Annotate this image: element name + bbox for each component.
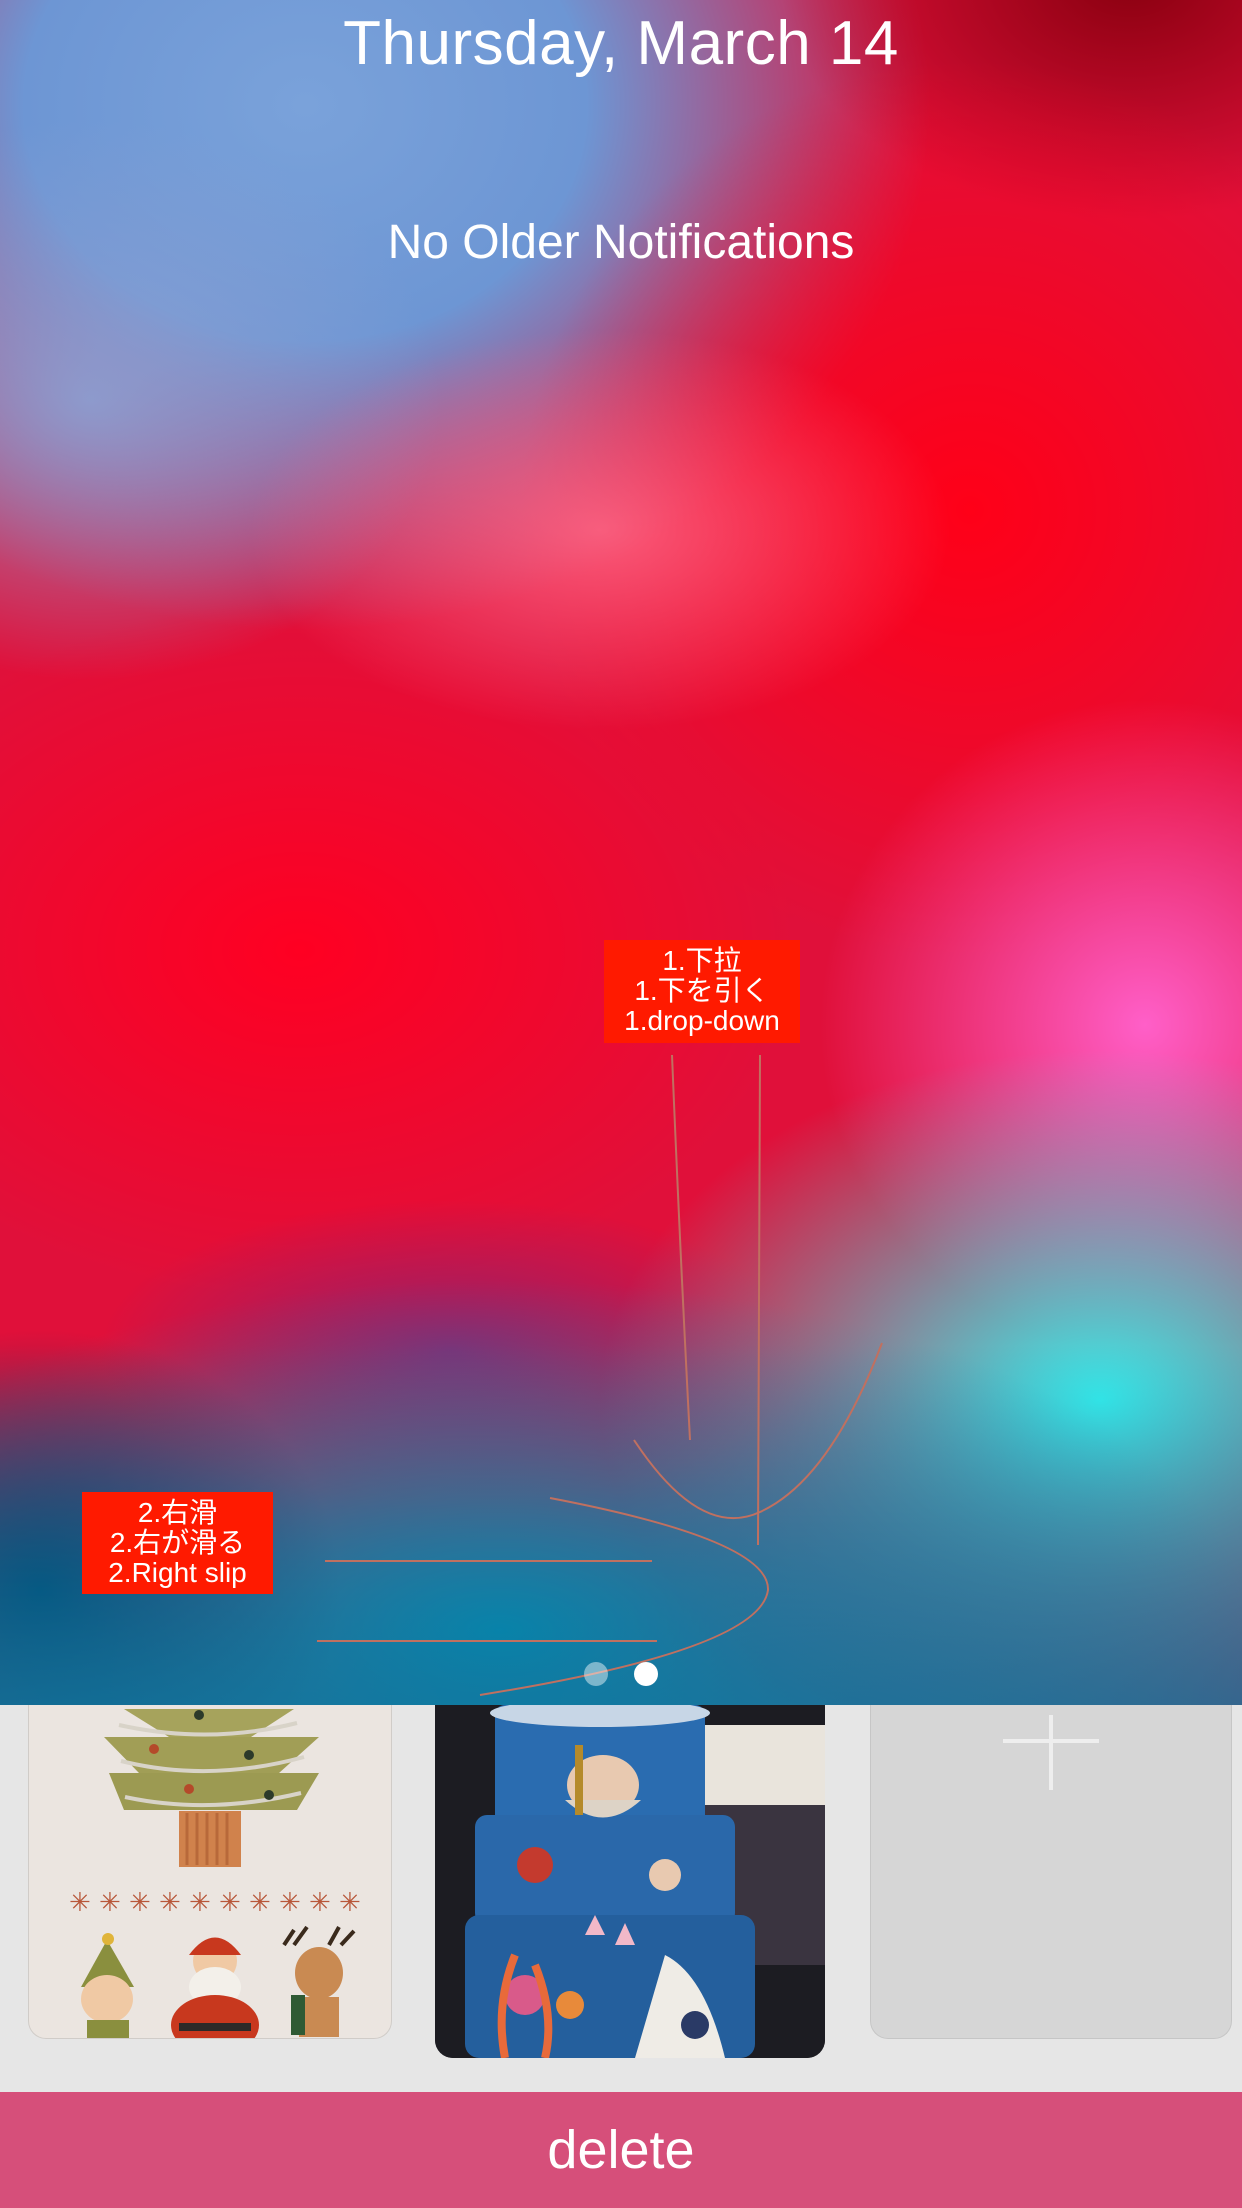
tip-line: 1.下を引く	[634, 975, 770, 1006]
page-dot[interactable]	[584, 1662, 608, 1686]
svg-text:✳: ✳	[309, 1888, 331, 1918]
svg-text:✳: ✳	[159, 1888, 181, 1918]
right-slide-tip: 2.右滑 2.右が滑る 2.Right slip	[82, 1492, 273, 1594]
page-indicator[interactable]	[0, 1662, 1242, 1686]
cake-photo	[435, 1705, 825, 2058]
svg-text:✳: ✳	[249, 1888, 271, 1918]
tip-line: 2.右が滑る	[109, 1527, 246, 1558]
lock-date: Thursday, March 14	[343, 9, 899, 78]
tip-line: 1.下拉	[662, 945, 742, 976]
tip-line: 2.Right slip	[108, 1557, 247, 1588]
add-wallpaper-card[interactable]	[870, 1705, 1232, 2039]
svg-text:✳: ✳	[339, 1888, 361, 1918]
svg-text:✳: ✳	[219, 1888, 241, 1918]
plus-icon	[1003, 1715, 1099, 1790]
delete-button[interactable]: delete	[0, 2092, 1242, 2208]
christmas-illustration: ✳ ✳ ✳ ✳ ✳ ✳ ✳ ✳ ✳ ✳	[69, 1709, 361, 2038]
svg-text:✳: ✳	[99, 1888, 121, 1918]
svg-text:✳: ✳	[279, 1888, 301, 1918]
svg-text:✳: ✳	[129, 1888, 151, 1918]
notifications-status: No Older Notifications	[387, 216, 855, 269]
lock-screen-preview[interactable]: Thursday, March 14 No Older Notification…	[0, 0, 1242, 1705]
wallpaper-card-cake[interactable]	[435, 1705, 825, 2058]
svg-text:✳: ✳	[69, 1888, 91, 1918]
wallpaper-card-christmas[interactable]: ✳ ✳ ✳ ✳ ✳ ✳ ✳ ✳ ✳ ✳	[28, 1705, 392, 2039]
tip-line: 2.右滑	[137, 1497, 218, 1528]
delete-label: delete	[547, 2120, 695, 2180]
tip-line: 1.drop-down	[624, 1005, 780, 1036]
svg-text:✳: ✳	[189, 1888, 211, 1918]
page-dot-active[interactable]	[634, 1662, 658, 1686]
pull-down-tip: 1.下拉 1.下を引く 1.drop-down	[604, 940, 800, 1043]
screen: ✳ ✳ ✳ ✳ ✳ ✳ ✳ ✳ ✳ ✳ Thursday, March 14 N…	[0, 0, 1242, 2208]
